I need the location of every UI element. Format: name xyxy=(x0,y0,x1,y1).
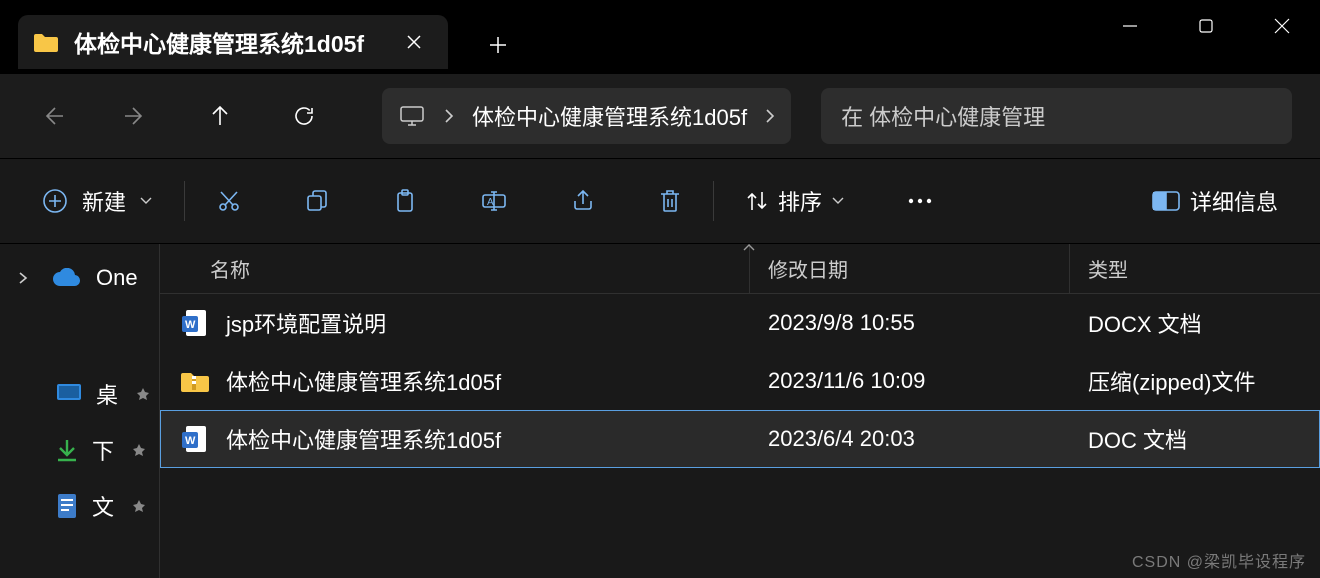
more-button[interactable] xyxy=(894,177,946,225)
desktop-icon xyxy=(56,383,82,405)
new-label: 新建 xyxy=(82,185,126,217)
file-date: 2023/11/6 10:09 xyxy=(750,368,1070,394)
column-name[interactable]: 名称 xyxy=(160,244,750,293)
docx-icon: W xyxy=(180,308,210,338)
sidebar-item-label: 文 xyxy=(92,490,114,522)
sort-label: 排序 xyxy=(778,185,822,217)
chevron-right-icon[interactable] xyxy=(444,108,454,124)
new-tab-button[interactable] xyxy=(478,25,518,65)
window-controls xyxy=(1092,0,1320,52)
doc-icon: W xyxy=(180,424,210,454)
column-date[interactable]: 修改日期 xyxy=(750,244,1070,293)
titlebar: 体检中心健康管理系统1d05f xyxy=(0,0,1320,74)
table-row[interactable]: W 体检中心健康管理系统1d05f 2023/6/4 20:03DOC 文档 xyxy=(160,410,1320,468)
file-date: 2023/6/4 20:03 xyxy=(750,426,1070,452)
pin-icon xyxy=(132,443,146,457)
tab-strip: 体检中心健康管理系统1d05f xyxy=(0,10,518,74)
share-button[interactable] xyxy=(557,177,609,225)
close-button[interactable] xyxy=(1244,0,1320,52)
document-icon xyxy=(56,493,78,519)
navbar: 体检中心健康管理系统1d05f 在 体检中心健康管理 xyxy=(0,74,1320,158)
table-row[interactable]: 体检中心健康管理系统1d05f 2023/11/6 10:09压缩(zipped)… xyxy=(160,352,1320,410)
close-tab-button[interactable] xyxy=(398,26,430,58)
file-date: 2023/9/8 10:55 xyxy=(750,310,1070,336)
breadcrumb[interactable]: 体检中心健康管理系统1d05f xyxy=(382,88,791,144)
svg-text:W: W xyxy=(185,435,196,447)
delete-button[interactable] xyxy=(645,177,695,225)
column-headers: 名称 修改日期 类型 xyxy=(160,244,1320,294)
sort-button[interactable]: 排序 xyxy=(732,177,858,225)
separator xyxy=(713,181,714,221)
toolbar: 新建 A 排序 xyxy=(0,158,1320,244)
pin-icon xyxy=(132,499,146,513)
sidebar: One 桌 下 文 xyxy=(0,244,160,578)
cut-button[interactable] xyxy=(203,177,255,225)
file-list: 名称 修改日期 类型 Wjsp环境配置说明 2023/9/8 10:55DOCX … xyxy=(160,244,1320,578)
file-type: 压缩(zipped)文件 xyxy=(1070,365,1320,397)
paste-button[interactable] xyxy=(379,177,431,225)
file-name: jsp环境配置说明 xyxy=(226,307,386,339)
tab-title: 体检中心健康管理系统1d05f xyxy=(74,25,384,59)
up-button[interactable] xyxy=(196,92,244,140)
chevron-right-icon[interactable] xyxy=(765,108,775,124)
search-input[interactable]: 在 体检中心健康管理 xyxy=(821,88,1292,144)
folder-icon xyxy=(32,28,60,56)
back-button[interactable] xyxy=(28,92,76,140)
new-button[interactable]: 新建 xyxy=(28,177,166,225)
file-type: DOCX 文档 xyxy=(1070,307,1320,339)
svg-text:A: A xyxy=(487,197,494,208)
separator xyxy=(184,181,185,221)
sidebar-item-label: One xyxy=(96,265,138,291)
svg-text:W: W xyxy=(185,319,196,331)
chevron-right-icon xyxy=(18,271,38,285)
maximize-button[interactable] xyxy=(1168,0,1244,52)
file-name: 体检中心健康管理系统1d05f xyxy=(226,423,501,455)
file-name: 体检中心健康管理系统1d05f xyxy=(226,365,501,397)
chevron-down-icon xyxy=(832,197,844,205)
chevron-down-icon xyxy=(140,197,152,205)
sidebar-item-onedrive[interactable]: One xyxy=(0,250,159,306)
sidebar-item-desktop[interactable]: 桌 xyxy=(0,366,159,422)
download-icon xyxy=(56,438,78,462)
this-pc-icon xyxy=(398,102,426,130)
tab-active[interactable]: 体检中心健康管理系统1d05f xyxy=(18,15,448,69)
details-view-button[interactable]: 详细信息 xyxy=(1138,177,1292,225)
sidebar-item-label: 下 xyxy=(92,434,114,466)
copy-button[interactable] xyxy=(291,177,343,225)
sidebar-item-label: 桌 xyxy=(96,378,118,410)
refresh-button[interactable] xyxy=(280,92,328,140)
rename-button[interactable]: A xyxy=(467,177,521,225)
forward-button[interactable] xyxy=(112,92,160,140)
sidebar-item-documents[interactable]: 文 xyxy=(0,478,159,534)
search-placeholder: 在 体检中心健康管理 xyxy=(841,100,1045,132)
zip-icon xyxy=(180,366,210,396)
column-type[interactable]: 类型 xyxy=(1070,244,1320,293)
sidebar-item-downloads[interactable]: 下 xyxy=(0,422,159,478)
table-row[interactable]: Wjsp环境配置说明 2023/9/8 10:55DOCX 文档 xyxy=(160,294,1320,352)
file-type: DOC 文档 xyxy=(1070,423,1320,455)
watermark: CSDN @梁凯毕设程序 xyxy=(1132,548,1306,572)
minimize-button[interactable] xyxy=(1092,0,1168,52)
pin-icon xyxy=(136,387,150,401)
breadcrumb-item[interactable]: 体检中心健康管理系统1d05f xyxy=(472,100,747,132)
cloud-icon xyxy=(52,268,82,288)
view-label: 详细信息 xyxy=(1190,185,1278,217)
chevron-up-icon xyxy=(740,244,758,251)
